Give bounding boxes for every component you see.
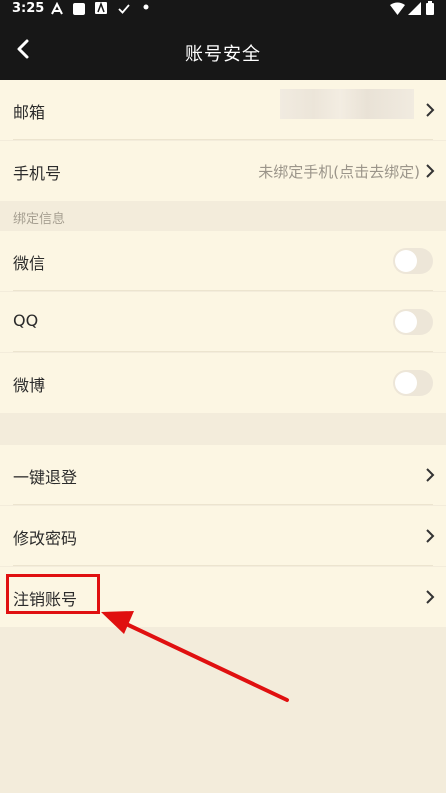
- signal-icon: [408, 2, 421, 15]
- divider: [13, 139, 433, 140]
- dot-icon: [143, 4, 149, 10]
- binding-label-weibo: 微博: [13, 376, 46, 395]
- qq-toggle[interactable]: [393, 309, 433, 335]
- app-a-badge-icon: [95, 2, 107, 14]
- chevron-right-icon: [426, 468, 435, 482]
- chevron-right-icon: [426, 590, 435, 604]
- logout-all-row[interactable]: 一键退登: [0, 445, 446, 505]
- email-value-redacted: [280, 89, 414, 119]
- app-square-icon: [73, 3, 85, 15]
- binding-section-title: 绑定信息: [13, 212, 66, 227]
- page-title: 账号安全: [185, 44, 261, 65]
- binding-label-wechat: 微信: [13, 254, 46, 273]
- annotation-highlight-box: [6, 574, 100, 614]
- binding-section-header: 绑定信息: [0, 202, 446, 231]
- toggle-knob: [395, 250, 417, 272]
- notification-a-icon: [51, 2, 63, 15]
- chevron-right-icon: [426, 103, 435, 117]
- status-bar: 3:25: [0, 0, 446, 18]
- toggle-knob: [395, 311, 417, 333]
- email-row[interactable]: 邮箱: [0, 80, 446, 140]
- toggle-knob: [395, 372, 417, 394]
- email-label: 邮箱: [13, 103, 46, 122]
- binding-row-wechat: 微信: [0, 231, 446, 291]
- chevron-right-icon: [426, 164, 435, 178]
- change-password-label: 修改密码: [13, 529, 78, 548]
- binding-label-qq: QQ: [13, 311, 39, 330]
- logout-all-label: 一键退登: [13, 468, 78, 487]
- divider: [13, 290, 433, 291]
- weibo-toggle[interactable]: [393, 370, 433, 396]
- binding-row-qq: QQ: [0, 292, 446, 352]
- top-app-bar: 账号安全: [0, 18, 446, 80]
- binding-row-weibo: 微博: [0, 353, 446, 413]
- phone-row[interactable]: 手机号 未绑定手机(点击去绑定): [0, 141, 446, 201]
- phone-value: 未绑定手机(点击去绑定): [258, 163, 420, 181]
- divider: [13, 504, 433, 505]
- battery-icon: [426, 1, 434, 15]
- phone-label: 手机号: [13, 164, 62, 183]
- check-icon: [118, 4, 130, 14]
- divider: [13, 565, 433, 566]
- divider: [13, 351, 433, 352]
- chevron-right-icon: [426, 529, 435, 543]
- wechat-toggle[interactable]: [393, 248, 433, 274]
- wifi-icon: [390, 2, 405, 15]
- change-password-row[interactable]: 修改密码: [0, 506, 446, 566]
- status-time: 3:25: [12, 1, 45, 16]
